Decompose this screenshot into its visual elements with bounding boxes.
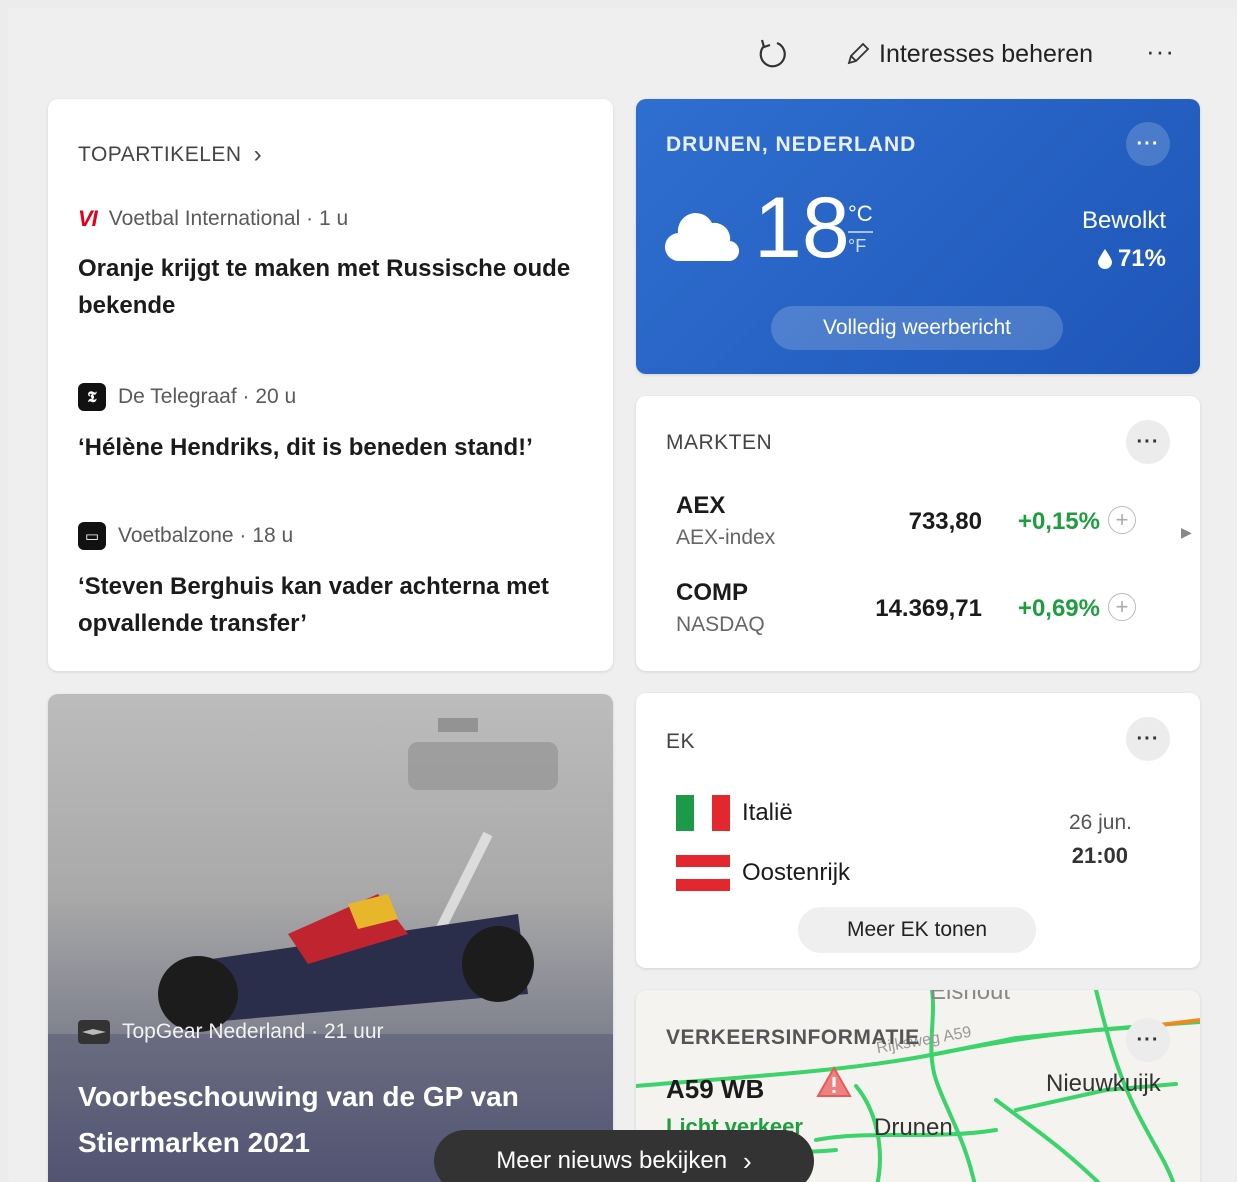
humidity: 71% <box>1097 245 1166 273</box>
news-source: TopGear Nederland · 21 uur <box>78 1020 384 1044</box>
full-forecast-button[interactable]: Volledig weerbericht <box>771 306 1063 350</box>
humidity-value: 71% <box>1117 245 1166 272</box>
market-symbol: AEX <box>676 492 726 519</box>
markets-title: MARKTEN <box>666 431 773 454</box>
match-date: 26 jun. <box>1068 811 1132 834</box>
manage-interests-label: Interesses beheren <box>879 39 1094 68</box>
weather-more-button[interactable]: ··· <box>1126 122 1170 166</box>
ek-title: EK <box>666 730 696 753</box>
team-row[interactable]: Oostenrijk <box>676 855 850 891</box>
cloud-icon <box>664 213 740 262</box>
market-name: AEX-index <box>676 526 776 549</box>
italy-flag-icon <box>676 795 730 831</box>
manage-interests-button[interactable]: Interesses beheren <box>845 36 1093 72</box>
telegraaf-logo: 𝕿 <box>78 383 106 411</box>
article-headline[interactable]: Oranje krijgt te maken met Russische oud… <box>78 250 588 324</box>
news-image-card[interactable]: TopGear Nederland · 21 uur Voorbeschouwi… <box>48 694 613 1182</box>
markets-card: MARKTEN ··· AEX AEX-index 733,80 +0,15% … <box>636 396 1200 671</box>
voetbalzone-logo: ▭ <box>78 522 106 550</box>
article-source: Voetbalzone · 18 u <box>118 524 294 547</box>
team-row[interactable]: Italië <box>676 795 793 831</box>
warning-icon[interactable] <box>816 1066 852 1098</box>
article-item[interactable]: ▭ Voetbalzone · 18 u ‘Steven Berghuis ka… <box>78 522 588 642</box>
caret-right-icon[interactable]: ▶ <box>1181 524 1192 541</box>
article-headline[interactable]: ‘Hélène Hendriks, dit is beneden stand!’ <box>78 429 588 466</box>
weather-location: DRUNEN, NEDERLAND <box>666 133 917 156</box>
market-row[interactable]: COMP NASDAQ 14.369,71 +0,69% + <box>676 579 1176 639</box>
top-articles-card: TOPARTIKELEN › VI Voetbal International … <box>48 99 613 671</box>
ek-more-button[interactable]: ··· <box>1126 717 1170 761</box>
team-name: Oostenrijk <box>742 859 851 886</box>
add-to-watchlist-icon[interactable]: + <box>1108 506 1136 534</box>
raindrop-icon <box>1097 249 1112 269</box>
top-articles-header[interactable]: TOPARTIKELEN › <box>78 141 262 169</box>
weather-card[interactable]: DRUNEN, NEDERLAND ··· 18 °C °F Bewolkt 7… <box>636 99 1200 374</box>
market-row[interactable]: AEX AEX-index 733,80 +0,15% + <box>676 492 1176 552</box>
market-name: NASDAQ <box>676 613 765 636</box>
austria-flag-icon <box>676 855 730 891</box>
market-price: 733,80 <box>908 508 982 535</box>
chevron-right-icon: › <box>253 141 263 168</box>
map-place-label: Nieuwkuijk <box>1046 1070 1161 1097</box>
traffic-road: A59 WB <box>666 1074 765 1104</box>
refresh-icon[interactable] <box>752 34 792 74</box>
traffic-title: VERKEERSINFORMATIE <box>666 1026 920 1049</box>
map-place-label: Drunen <box>874 1114 953 1141</box>
traffic-more-button[interactable]: ··· <box>1126 1018 1170 1062</box>
market-symbol: COMP <box>676 579 748 606</box>
news-source-label: TopGear Nederland · 21 uur <box>122 1020 384 1043</box>
topgear-logo <box>78 1020 110 1044</box>
add-to-watchlist-icon[interactable]: + <box>1108 593 1136 621</box>
article-source: Voetbal International · 1 u <box>108 207 349 230</box>
article-headline[interactable]: ‘Steven Berghuis kan vader achterna met … <box>78 568 588 642</box>
more-news-button[interactable]: Meer nieuws bekijken › <box>434 1130 814 1182</box>
market-price: 14.369,71 <box>875 595 982 622</box>
article-item[interactable]: VI Voetbal International · 1 u Oranje kr… <box>78 206 588 324</box>
team-name: Italië <box>742 799 793 826</box>
article-source: De Telegraaf · 20 u <box>118 385 297 408</box>
voetbal-international-logo: VI <box>78 206 98 231</box>
market-change: +0,69% <box>1017 595 1100 622</box>
market-change: +0,15% <box>1017 508 1100 535</box>
temperature-units: °C °F <box>848 203 873 255</box>
unit-celsius[interactable]: °C <box>848 201 873 226</box>
more-ek-button[interactable]: Meer EK tonen <box>798 907 1036 953</box>
pencil-icon <box>847 42 870 65</box>
top-articles-title: TOPARTIKELEN <box>78 143 242 166</box>
temperature-value: 18 <box>754 180 850 276</box>
article-item[interactable]: 𝕿 De Telegraaf · 20 u ‘Hélène Hendriks, … <box>78 383 588 466</box>
ek-card: EK ··· Italië Oostenrijk 26 jun. 21:00 M… <box>636 693 1200 968</box>
markets-more-button[interactable]: ··· <box>1126 420 1170 464</box>
more-options-button[interactable]: ··· <box>1146 36 1175 67</box>
weather-condition: Bewolkt <box>1081 207 1166 234</box>
unit-fahrenheit[interactable]: °F <box>848 231 873 255</box>
map-place-label: Elshout <box>930 990 1011 1005</box>
chevron-right-icon: › <box>743 1145 752 1176</box>
match-time: 21:00 <box>1071 843 1128 868</box>
more-news-label: Meer nieuws bekijken <box>496 1147 728 1174</box>
